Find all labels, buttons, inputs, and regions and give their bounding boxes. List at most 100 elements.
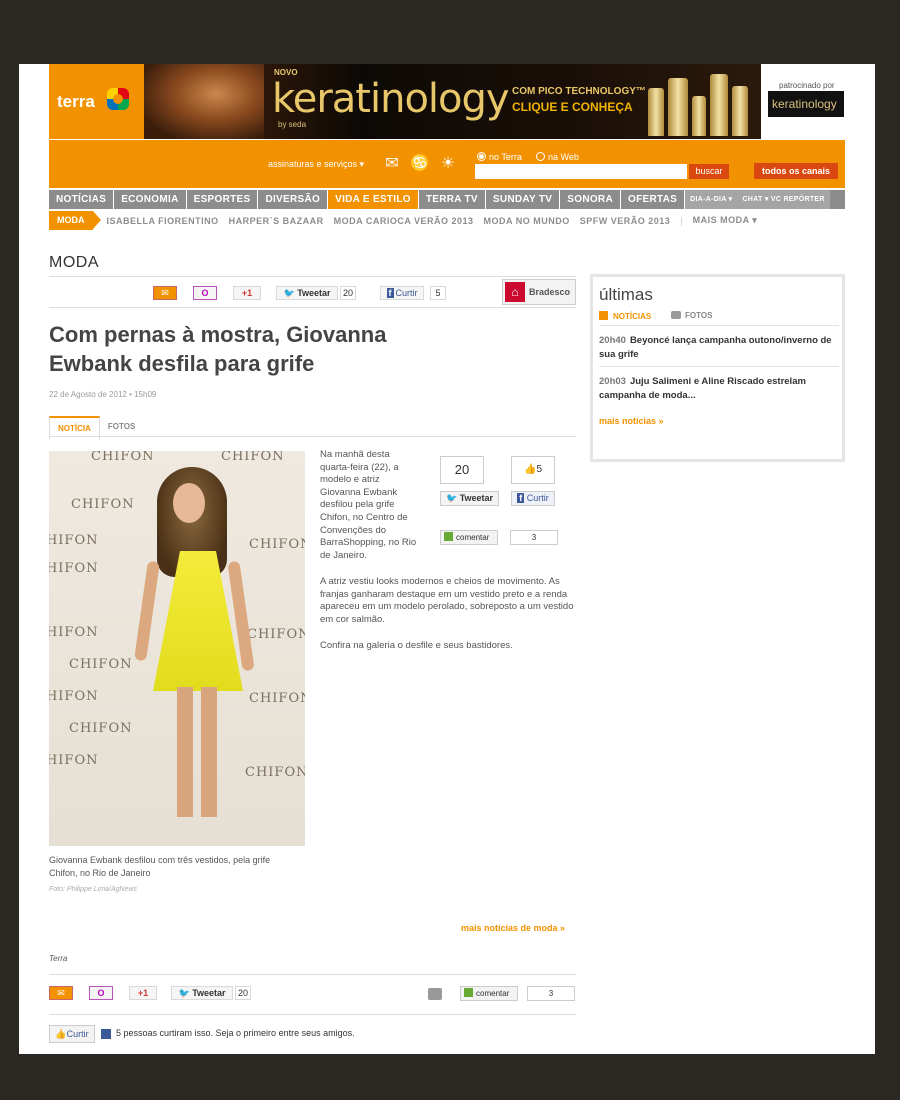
tweet-label: Tweetar bbox=[192, 988, 226, 998]
search-input[interactable] bbox=[475, 164, 687, 179]
nav-item-ofertas[interactable]: OFERTAS bbox=[621, 190, 686, 209]
sponsor-label: patrocinado por bbox=[779, 81, 835, 90]
subnav-item[interactable]: MODA NO MUNDO bbox=[484, 216, 570, 226]
subnav-item[interactable]: HARPER`S BAZAAR bbox=[229, 216, 324, 226]
tweet-button[interactable]: 🐦 Tweetar bbox=[171, 986, 233, 1000]
weather-icon[interactable]: ☀ bbox=[438, 154, 458, 174]
bradesco-logo-icon: ⌂ bbox=[505, 282, 525, 302]
sidebar-tab-photos[interactable]: FOTOS bbox=[671, 311, 712, 320]
mail-icon[interactable]: ✉ bbox=[382, 154, 402, 174]
nav-item-sunday-tv[interactable]: SUNDAY TV bbox=[486, 190, 561, 209]
ad-banner[interactable]: NOVO keratinology by seda COM PICO TECHN… bbox=[144, 64, 761, 139]
comment-icon bbox=[464, 988, 473, 997]
photo-watermark: CHIFON bbox=[49, 625, 99, 640]
like-label: Curtir bbox=[395, 288, 418, 298]
subnav-more[interactable]: MAIS MODA ▾ bbox=[693, 215, 758, 226]
banner-by: by seda bbox=[278, 120, 307, 129]
page: terra NOVO keratinology by seda COM PICO… bbox=[19, 64, 875, 1054]
nav-item-esportes[interactable]: ESPORTES bbox=[187, 190, 259, 209]
photo-watermark: CHIFON bbox=[249, 691, 305, 706]
search-button[interactable]: buscar bbox=[689, 164, 729, 179]
divider bbox=[599, 366, 839, 367]
photo-watermark: CHIFON bbox=[69, 721, 133, 736]
nav-item-dia-a-dia[interactable]: DIA-A-DIA ▾ bbox=[685, 190, 738, 209]
horoscope-icon[interactable]: ♋ bbox=[410, 154, 430, 174]
photo-watermark: CHIFON bbox=[247, 627, 305, 642]
subnav-current[interactable]: MODA bbox=[49, 211, 100, 230]
sponsor-logo: keratinology bbox=[768, 91, 844, 117]
all-channels-button[interactable]: todos os canais bbox=[754, 163, 838, 179]
sub-nav: MODA ISABELLA FIORENTINO HARPER`S BAZAAR… bbox=[49, 211, 845, 230]
divider bbox=[49, 1014, 576, 1015]
like-count-bubble: 👍5 bbox=[511, 456, 555, 484]
logo-text: terra bbox=[57, 92, 95, 111]
gplus-label: +1 bbox=[137, 988, 149, 998]
tweet-button-large[interactable]: 🐦 Tweetar bbox=[440, 491, 499, 506]
subnav-divider: | bbox=[680, 215, 683, 226]
sponsor-box[interactable]: patrocinado por keratinology bbox=[761, 64, 875, 139]
comment-button[interactable]: comentar bbox=[460, 986, 518, 1001]
nav-item-noticias[interactable]: NOTÍCIAS bbox=[49, 190, 115, 209]
subnav-item[interactable]: ISABELLA FIORENTINO bbox=[107, 216, 219, 226]
facebook-like-button[interactable]: 👍Curtir bbox=[49, 1025, 95, 1043]
like-button-large[interactable]: f Curtir bbox=[511, 491, 555, 506]
nav-item-diversao[interactable]: DIVERSÃO bbox=[258, 190, 329, 209]
facebook-icon: f bbox=[517, 493, 525, 503]
gplus-button[interactable]: +1 bbox=[233, 286, 261, 300]
like-label: Curtir bbox=[526, 493, 549, 503]
gplus-label: +1 bbox=[241, 288, 253, 298]
divider bbox=[49, 436, 576, 437]
divider bbox=[599, 325, 839, 326]
photo-watermark: CHIFON bbox=[91, 451, 155, 464]
email-share-button[interactable]: ✉ bbox=[153, 286, 177, 300]
orkut-share-button[interactable]: O bbox=[89, 986, 113, 1000]
photo-figure-legs bbox=[177, 687, 217, 817]
orkut-share-button[interactable]: O bbox=[193, 286, 217, 300]
news-icon bbox=[599, 311, 608, 320]
like-count-value: 5 bbox=[536, 464, 542, 475]
news-time: 20h40 bbox=[599, 335, 626, 346]
tweet-count: 20 bbox=[340, 286, 356, 300]
photo-credit: Foto: Philippe Lima/AgNews bbox=[49, 886, 137, 893]
banner-brand: keratinology bbox=[272, 76, 510, 122]
photo-watermark: CHIFON bbox=[221, 451, 285, 464]
nav-item-terra-tv[interactable]: TERRA TV bbox=[419, 190, 486, 209]
bradesco-sponsor[interactable]: ⌂ Bradesco bbox=[502, 279, 576, 305]
like-button[interactable]: f Curtir bbox=[380, 286, 424, 300]
twitter-icon: 🐦 bbox=[445, 493, 458, 503]
news-time: 20h03 bbox=[599, 376, 626, 387]
comment-button[interactable]: comentar bbox=[440, 530, 498, 545]
photo-watermark: CHIFON bbox=[69, 657, 133, 672]
sidebar-news-item[interactable]: 20h03 Juju Salimeni e Aline Riscado estre… bbox=[599, 375, 839, 403]
banner-cta: CLIQUE E CONHEÇA bbox=[512, 100, 633, 114]
more-fashion-news-link[interactable]: mais notícias de moda » bbox=[461, 923, 565, 933]
terra-logo[interactable]: terra bbox=[49, 64, 144, 139]
sidebar-news-item[interactable]: 20h40 Beyoncé lança campanha outono/inver… bbox=[599, 334, 839, 362]
radio-terra[interactable]: no Terra bbox=[477, 152, 522, 162]
comment-count: 3 bbox=[527, 986, 575, 1001]
sidebar-tab-news-label: NOTÍCIAS bbox=[613, 312, 652, 321]
sidebar-more-link[interactable]: mais notícias » bbox=[599, 416, 664, 426]
article-photo[interactable]: CHIFON CHIFON CHIFON CHIFON CHIFON CHIFO… bbox=[49, 451, 305, 846]
main-nav: NOTÍCIAS ECONOMIA ESPORTES DIVERSÃO VIDA… bbox=[49, 190, 845, 209]
email-share-button[interactable]: ✉ bbox=[49, 986, 73, 1000]
photo-watermark: CHIFON bbox=[49, 689, 99, 704]
nav-item-sonora[interactable]: SONORA bbox=[560, 190, 621, 209]
subnav-item[interactable]: MODA CARIOCA VERÃO 2013 bbox=[334, 216, 474, 226]
radio-web[interactable]: na Web bbox=[536, 152, 579, 162]
radio-terra-label: no Terra bbox=[489, 152, 522, 162]
print-icon[interactable] bbox=[428, 988, 442, 1000]
nav-item-vida-e-estilo[interactable]: VIDA E ESTILO bbox=[328, 190, 419, 209]
photo-watermark: CHIFON bbox=[249, 537, 305, 552]
nav-item-economia[interactable]: ECONOMIA bbox=[114, 190, 187, 209]
nav-item-chat[interactable]: CHAT ▾ VC REPÓRTER bbox=[737, 190, 830, 209]
tweet-count-bubble: 20 bbox=[440, 456, 484, 484]
twitter-icon: 🐦 bbox=[178, 988, 190, 998]
photo-watermark: CHIFON bbox=[49, 561, 99, 576]
bradesco-label: Bradesco bbox=[529, 287, 571, 297]
services-menu[interactable]: assinaturas e serviços ▾ bbox=[268, 159, 364, 170]
gplus-button[interactable]: +1 bbox=[129, 986, 157, 1000]
sidebar-tab-news[interactable]: NOTÍCIAS bbox=[599, 311, 651, 321]
subnav-item[interactable]: SPFW VERÃO 2013 bbox=[580, 216, 671, 226]
tweet-button[interactable]: 🐦 Tweetar bbox=[276, 286, 338, 300]
